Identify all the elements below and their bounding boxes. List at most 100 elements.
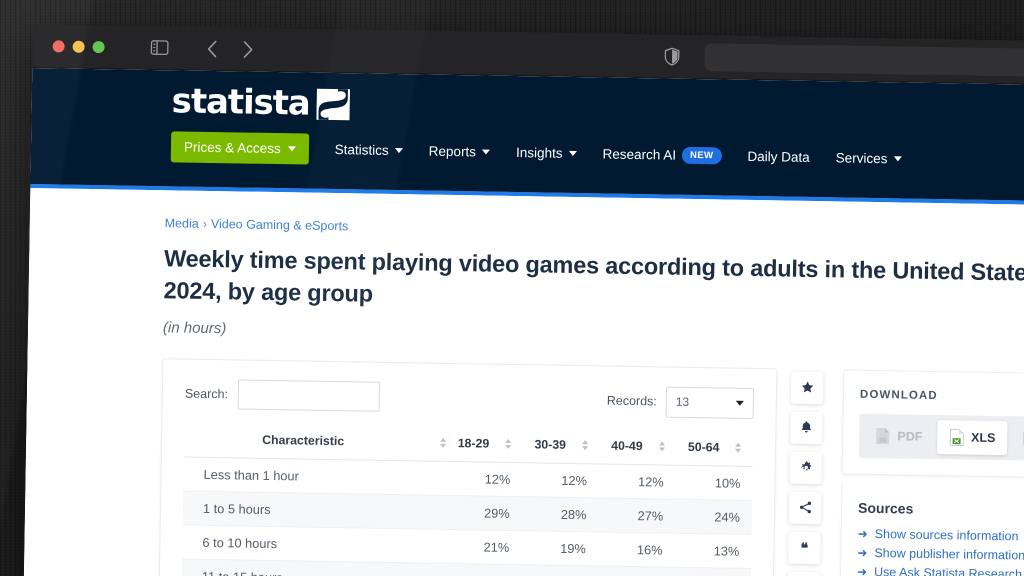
records-value: 13: [675, 395, 690, 410]
notify-button[interactable]: [790, 411, 823, 445]
page-title-line-1: Weekly time spent playing video games ac…: [163, 245, 1024, 287]
download-pdf-button[interactable]: PDF: [864, 419, 934, 454]
statista-s-mark-icon: [316, 88, 350, 120]
row-characteristic: 1 to 5 hours: [182, 490, 446, 530]
chevron-down-icon: [568, 150, 577, 157]
main-navigation: Prices & Access Statistics Reports Insig…: [71, 117, 1024, 179]
sources-panel: Sources ➜ Show sources information ➜ Sho…: [838, 482, 1024, 576]
share-button[interactable]: [788, 491, 822, 525]
address-bar[interactable]: [704, 42, 1024, 78]
sort-icon[interactable]: [658, 441, 665, 452]
xls-file-icon: [949, 428, 964, 446]
records-select[interactable]: 13: [665, 386, 755, 419]
forward-chevron-right-icon[interactable]: [234, 36, 260, 62]
address-bar-text: [715, 57, 1024, 63]
column-label: 30-39: [534, 437, 567, 452]
breadcrumb-current[interactable]: Video Gaming & eSports: [211, 217, 349, 233]
cell-30-39: 19%: [520, 530, 599, 566]
sort-icon[interactable]: [581, 440, 589, 451]
breadcrumb-root[interactable]: Media: [165, 216, 199, 231]
cell-50-64: 24%: [674, 499, 753, 535]
action-rail: ❝: [787, 369, 824, 576]
settings-button[interactable]: [789, 451, 823, 485]
table-search-input[interactable]: [237, 379, 381, 413]
show-publisher-information-link[interactable]: ➜ Show publisher information: [857, 544, 1024, 567]
statistics-table: Characteristic 18-29 30-39 40-49 50-64 L…: [181, 425, 754, 576]
print-button[interactable]: [787, 571, 821, 576]
table-search-group: Search:: [185, 379, 381, 413]
zoom-window-button[interactable]: [92, 40, 105, 53]
link-label: Show sources information: [874, 527, 1019, 544]
ask-statista-research-service-link[interactable]: ➜ Use Ask Statista Research Service: [857, 563, 1024, 576]
download-panel: DOWNLOAD PDF XLS: [841, 369, 1024, 479]
arrow-right-icon: ➜: [856, 565, 868, 576]
nav-item-statistics[interactable]: Statistics: [334, 134, 403, 166]
window-traffic-lights[interactable]: [47, 39, 105, 53]
table-body: Less than 1 hour 12% 12% 12% 10% 1 to 5 …: [181, 456, 753, 576]
sort-icon[interactable]: [440, 437, 447, 448]
site-header: statista Search Statistics: [30, 67, 1024, 202]
content-layout: Search: Records: 13 Characteristic 18-29…: [158, 358, 1024, 576]
cell-18-29: 12%: [443, 563, 521, 576]
close-window-button[interactable]: [52, 39, 65, 53]
quote-icon: ❝: [800, 539, 809, 556]
statista-page: statista Search Statistics: [23, 67, 1024, 576]
statista-logo[interactable]: statista: [171, 81, 1024, 133]
new-badge: NEW: [681, 146, 722, 165]
minimize-window-button[interactable]: [72, 40, 85, 53]
table-row: Less than 1 hour 12% 12% 12% 10%: [183, 456, 753, 501]
row-characteristic: 11 to 15 hours: [181, 558, 445, 576]
nav-label: Services: [835, 150, 888, 167]
shield-privacy-icon[interactable]: [658, 43, 684, 69]
sidebar-toggle-icon[interactable]: [146, 34, 172, 60]
cell-18-29: 12%: [445, 461, 523, 497]
column-header-18-29[interactable]: 18-29: [445, 429, 524, 463]
page-title-line-2: 2024, by age group: [163, 277, 374, 307]
browser-toolbar: [32, 24, 1024, 86]
gear-icon: [799, 461, 812, 474]
nav-label: Statistics: [334, 142, 389, 158]
nav-item-services[interactable]: Services: [835, 142, 902, 174]
table-row: 6 to 10 hours 21% 19% 16% 13%: [182, 524, 752, 569]
show-sources-information-link[interactable]: ➜ Show sources information: [857, 525, 1024, 548]
breadcrumb-separator: ›: [202, 216, 208, 231]
table-header-row: Characteristic 18-29 30-39 40-49 50-64: [183, 425, 754, 467]
nav-label: Daily Data: [747, 148, 810, 165]
column-label: 50-64: [687, 439, 720, 455]
logo-wordmark: statista: [171, 81, 311, 124]
link-label: Use Ask Statista Research Service: [873, 565, 1024, 576]
sort-icon[interactable]: [505, 438, 512, 449]
breadcrumb: Media › Video Gaming & eSports: [165, 216, 1024, 245]
nav-item-research-ai[interactable]: Research AI NEW: [602, 137, 722, 172]
column-header-50-64[interactable]: 50-64: [676, 433, 754, 467]
cite-button[interactable]: ❝: [788, 531, 821, 565]
data-table-card: Search: Records: 13 Characteristic 18-29…: [158, 358, 778, 576]
row-characteristic: Less than 1 hour: [183, 456, 446, 496]
download-xls-button[interactable]: XLS: [937, 419, 1008, 456]
cell-40-49: 27%: [598, 497, 676, 534]
sort-icon[interactable]: [735, 442, 742, 453]
table-header: Characteristic 18-29 30-39 40-49 50-64: [183, 425, 754, 467]
chevron-down-icon: [394, 148, 403, 154]
nav-item-reports[interactable]: Reports: [428, 136, 491, 168]
favorite-button[interactable]: [790, 371, 824, 405]
bell-icon: [800, 421, 812, 434]
page-subtitle: (in hours): [162, 319, 227, 338]
arrow-right-icon: ➜: [857, 546, 868, 561]
share-icon: [798, 501, 811, 514]
nav-item-daily-data[interactable]: Daily Data: [747, 141, 810, 173]
nav-label: Reports: [428, 143, 477, 160]
cell-30-39: 12%: [520, 564, 598, 576]
column-header-30-39[interactable]: 30-39: [522, 431, 600, 464]
nav-prices-and-access-button[interactable]: Prices & Access: [170, 131, 310, 165]
column-header-40-49[interactable]: 40-49: [599, 432, 677, 466]
star-icon: [800, 381, 813, 394]
chevron-down-icon: [893, 156, 902, 162]
nav-item-insights[interactable]: Insights: [516, 137, 577, 169]
cell-50-64: 13%: [674, 533, 752, 569]
download-png-button[interactable]: PNG: [1011, 421, 1024, 456]
nav-prices-label: Prices & Access: [183, 139, 281, 157]
back-chevron-left-icon[interactable]: [198, 35, 224, 61]
column-header-characteristic[interactable]: Characteristic: [183, 425, 447, 462]
cell-40-49: 16%: [597, 531, 675, 568]
